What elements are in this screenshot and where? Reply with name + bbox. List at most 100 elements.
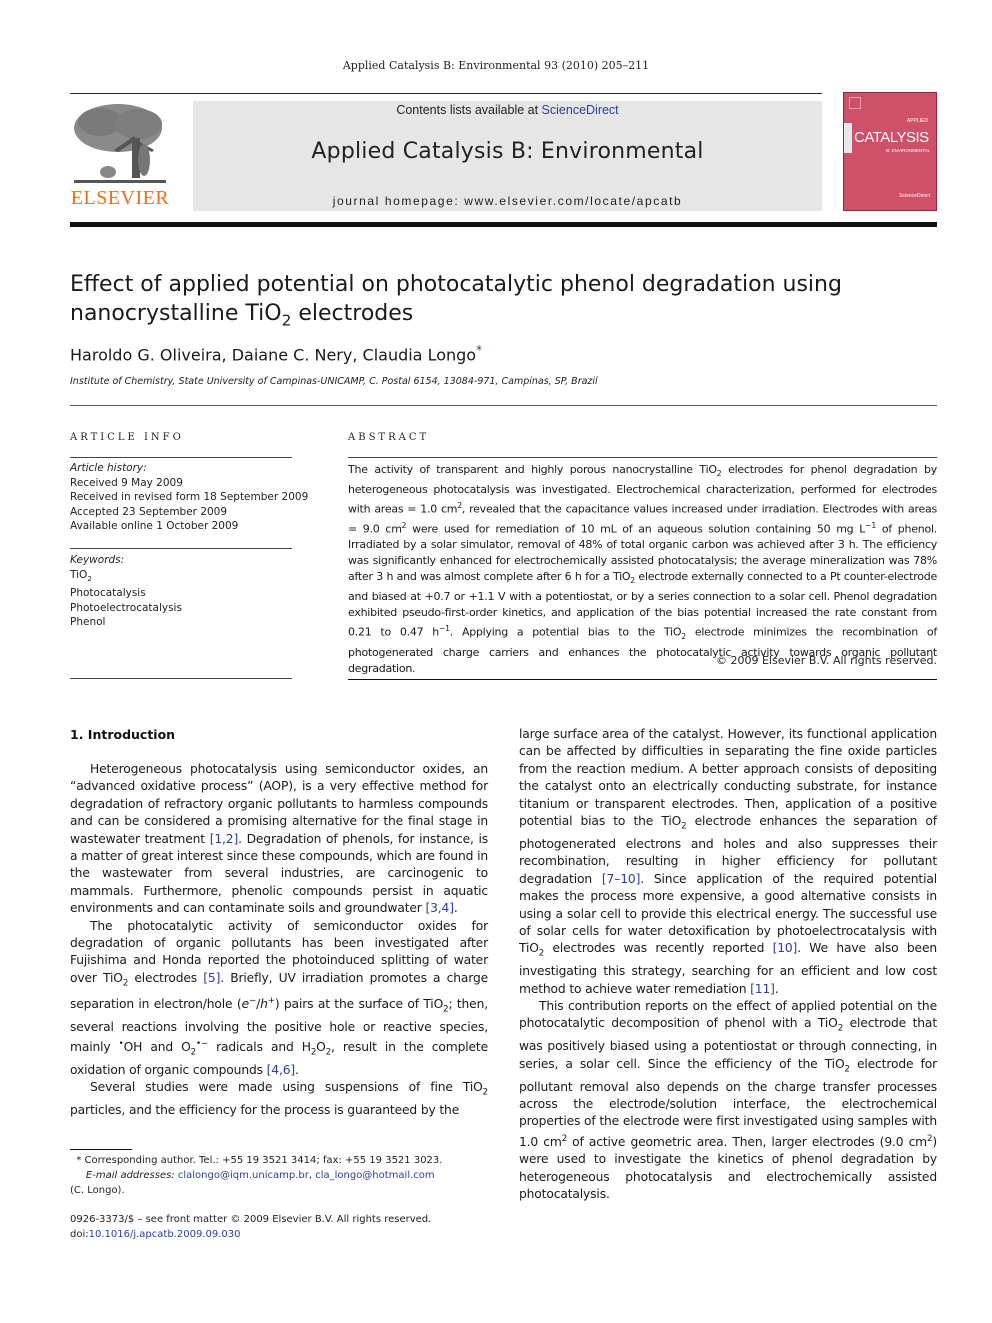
text-run: . [774,981,779,996]
title-text: electrodes [291,301,414,326]
title-rule [70,405,937,406]
authors-names: Haroldo G. Oliveira, Daiane C. Nery, Cla… [70,345,477,365]
text-run: OH and O [123,1040,191,1055]
text-run: electrodes was recently reported [544,941,773,956]
text-run: electrodes [128,970,204,985]
text-run: ) pairs at the surface of TiO [274,996,444,1011]
article-info-bottom-rule [70,678,292,679]
text-run: TiO [70,568,88,581]
keyword-item: Photoelectrocatalysis [70,601,182,614]
keywords-block: Keywords: TiO2 Photocatalysis Photoelect… [70,553,182,630]
cover-sciencedirect: ScienceDirect [899,193,930,199]
italic-symbol: h [260,996,268,1011]
subscript: 2 [482,1087,488,1098]
citation-link[interactable]: [11] [750,982,775,996]
header-rule [70,93,822,94]
body-column-left: Heterogeneous photocatalysis using semic… [70,761,488,1120]
footnote: * Corresponding author. Tel.: +55 19 352… [70,1153,442,1198]
cover-emblem-icon [849,97,861,109]
elsevier-wordmark: ELSEVIER [70,187,170,209]
journal-title: Applied Catalysis B: Environmental [311,139,704,164]
body-column-right: large surface area of the catalyst. Howe… [519,726,937,1203]
doi-link[interactable]: 10.1016/j.apcatb.2009.09.030 [89,1229,241,1240]
cover-catalysis: CATALYSIS [854,128,929,146]
paragraph: Heterogeneous photocatalysis using semic… [70,761,488,918]
journal-masthead: Contents lists available at ScienceDirec… [193,101,822,211]
history-item: Available online 1 October 2009 [70,520,239,532]
cover-subtitle: B: ENVIRONMENTAL [886,148,930,153]
citation-link[interactable]: [10] [773,941,798,955]
citation-link[interactable]: [3,4] [425,901,454,915]
doi-line: doi:10.1016/j.apcatb.2009.09.030 [70,1227,431,1242]
cover-c-glyph-icon [844,123,852,153]
italic-symbol: e [241,996,250,1011]
paragraph: This contribution reports on the effect … [519,998,937,1203]
citation-link[interactable]: [7–10] [602,872,640,886]
paragraph: The photocatalytic activity of semicondu… [70,918,488,1080]
superscript: −1 [438,623,450,633]
text-run: The activity of transparent and highly p… [348,463,717,476]
footnote-corresponding: * Corresponding author. Tel.: +55 19 352… [70,1153,442,1168]
citation-link[interactable]: [4,6] [267,1063,296,1077]
text-run: O [316,1040,326,1055]
keywords-label: Keywords: [70,554,125,566]
title-line-1: Effect of applied potential on photocata… [70,272,842,297]
paragraph: large surface area of the catalyst. Howe… [519,726,937,998]
footnote-mark: * [76,1155,82,1166]
abstract-label: ABSTRACT [348,432,430,443]
text-run: Several studies were made using suspensi… [90,1080,483,1095]
text-run: large surface area of the catalyst. Howe… [519,727,937,829]
front-matter: 0926-3373/$ – see front matter © 2009 El… [70,1212,431,1242]
superscript: •− [195,1039,208,1050]
elsevier-tree-icon [74,104,166,183]
title-subscript: 2 [281,311,292,330]
abstract-text: The activity of transparent and highly p… [348,462,937,676]
contents-line: Contents lists available at ScienceDirec… [193,103,822,117]
issn-line: 0926-3373/$ – see front matter © 2009 El… [70,1214,432,1225]
article-title: Effect of applied potential on photocata… [70,270,930,335]
article-info-rule [70,457,292,458]
text-run: . Applying a potential bias to the TiO [449,625,682,639]
email-link[interactable]: cla_longo@hotmail.com [315,1170,434,1181]
keyword-item: TiO2 [70,568,182,587]
title-line-2: nanocrystalline TiO2 electrodes [70,299,930,335]
keywords-rule [70,548,292,549]
history-item: Received in revised form 18 September 20… [70,491,309,503]
doi-prefix: doi: [70,1229,89,1240]
history-item: Accepted 23 September 2009 [70,505,228,518]
article-info-label: ARTICLE INFO [70,432,184,443]
subscript: 2 [190,1047,196,1058]
history-label: Article history: [70,462,147,474]
footnote-rule [70,1149,132,1150]
subscript: 2 [87,573,92,583]
history-item: Received 9 May 2009 [70,476,183,489]
paragraph: Several studies were made using suspensi… [70,1079,488,1119]
title-text: nanocrystalline TiO [70,301,282,326]
header-thick-rule [70,222,937,227]
citation-link[interactable]: [1,2] [210,832,239,846]
superscript: + [267,995,275,1006]
article-history: Article history: Received 9 May 2009 Rec… [70,461,308,534]
text-run: particles, and the efficiency for the pr… [70,1103,460,1118]
superscript: −1 [865,520,876,530]
affiliation: Institute of Chemistry, State University… [70,376,598,387]
journal-homepage[interactable]: journal homepage: www.elsevier.com/locat… [193,194,822,208]
text-run: were used for remediation of 10 mL of an… [406,522,866,536]
journal-citation: Applied Catalysis B: Environmental 93 (2… [342,59,650,72]
footnote-name: (C. Longo). [70,1185,125,1196]
corresponding-author-mark[interactable]: * [476,343,482,357]
text-run: radicals and H [207,1040,311,1055]
abstract-rule [348,457,937,458]
sciencedirect-link[interactable]: ScienceDirect [542,103,619,117]
text-run: of active geometric area. Then, larger e… [567,1134,928,1149]
email-label: E-mail addresses: [85,1170,175,1181]
section-heading-introduction: 1. Introduction [70,727,176,742]
contents-prefix: Contents lists available at [396,103,542,117]
citation-link[interactable]: [5] [203,971,220,985]
journal-cover-thumbnail[interactable]: APPLIED CATALYSIS B: ENVIRONMENTAL Scien… [843,92,937,211]
text-run: . [453,901,458,916]
elsevier-logo[interactable]: ELSEVIER [70,100,170,215]
email-link[interactable]: clalongo@iqm.unicamp.br [178,1170,309,1181]
footnote-contact: Corresponding author. Tel.: +55 19 3521 … [84,1155,443,1166]
keyword-item: Photocatalysis [70,587,146,600]
